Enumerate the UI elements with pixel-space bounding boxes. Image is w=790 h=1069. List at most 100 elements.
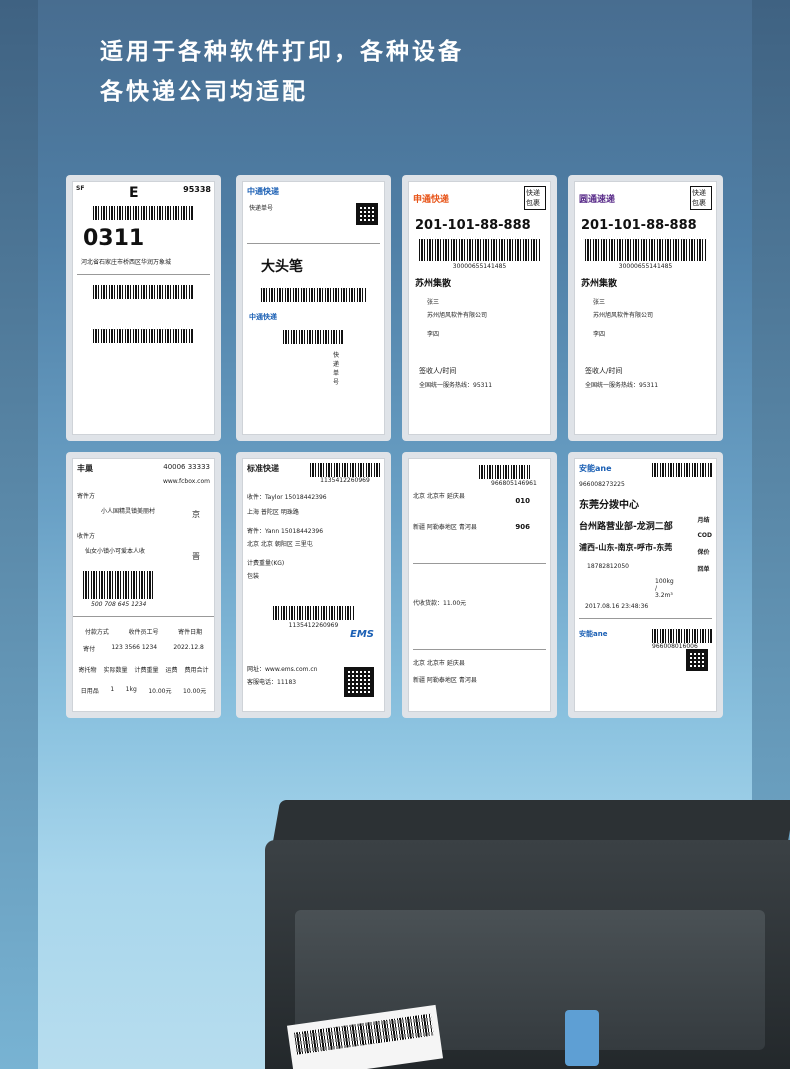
fengchao-footer-val-3: 2022.12.8 xyxy=(173,644,204,651)
ane-tag-receipt: 回单 xyxy=(697,566,710,573)
yto-sign: 签收人/时间 xyxy=(585,367,623,375)
sto-receiver: 张三 xyxy=(427,299,440,306)
fengchao-receiver-title: 收件方 xyxy=(77,533,96,540)
fengchao-footer2-2: 实际数量 xyxy=(103,667,128,674)
fengchao-footer-val-1: 寄付 xyxy=(83,646,96,653)
ems-receiver-addr: 北京 北京 朝阳区 三里屯 xyxy=(247,541,313,548)
zto-tracking-label: 快递单号 xyxy=(249,205,274,212)
ems-label: 标准快递 1135412260969 收件：Taylor 15018442396… xyxy=(242,458,385,712)
ane-number: 966008273225 xyxy=(579,481,625,488)
product-page: 适用于各种软件打印，各种设备 各快递公司均适配 SF E 95338 0311 … xyxy=(0,0,790,1069)
yto-receiver: 张三 xyxy=(593,299,606,306)
fengchao-brand: 丰巢 xyxy=(77,464,93,473)
fengchao-footer2-val-1: 日用品 xyxy=(80,688,99,695)
generic-sender-2: 北京 北京市 延庆县 xyxy=(413,660,465,667)
ane-date: 2017.08.16 23:48:36 xyxy=(585,603,649,610)
left-panel xyxy=(0,0,38,1069)
fengchao-footer2-1: 寄托物 xyxy=(78,667,97,674)
ems-qr-code xyxy=(344,667,374,697)
generic-receiver-2: 新疆 阿勒泰地区 青河县 xyxy=(413,677,477,684)
label-card-sto: 申通快递 快递包裹 201-101-88-888 30000655141485 … xyxy=(402,175,557,441)
yto-badge: 快递包裹 xyxy=(690,186,712,210)
generic-insured: 代收货款：11.00元 xyxy=(413,600,467,607)
ane-phone: 18782812050 xyxy=(587,563,629,570)
ems-package: 包装 xyxy=(247,573,260,580)
sto-big-code: 201-101-88-888 xyxy=(415,218,531,233)
fengchao-footer-1: 付款方式 xyxy=(84,629,109,636)
sf-code: 0311 xyxy=(83,226,145,251)
sto-brand: 申通快递 xyxy=(413,194,450,205)
yto-region: 苏州集散 xyxy=(581,279,618,289)
ane-tag-monthly: 月结 xyxy=(697,517,710,524)
generic-number: 966805146961 xyxy=(491,480,537,487)
headline-line-1: 适用于各种软件打印，各种设备 xyxy=(100,39,464,65)
generic-code1: 010 xyxy=(515,497,530,505)
sf-barcode xyxy=(93,206,194,220)
zto-tracking-label-2: 快递单号 xyxy=(333,352,340,386)
fengchao-footer2-val-4: 10.00元 xyxy=(148,688,172,695)
fengchao-footer-val-2: 123 3566 1234 xyxy=(111,644,158,651)
ems-number: 1135412260969 xyxy=(320,477,370,484)
label-card-zto: 中通快递 快递单号 大头笔 中通快递 快递单号 xyxy=(236,175,391,441)
sf-hotline: 95338 xyxy=(183,185,211,194)
label-card-fengchao: 丰巢 40006 33333 www.fcbox.com 寄件方 小人国精灵镇美… xyxy=(66,452,221,718)
sf-label: SF E 95338 0311 河北省石家庄市桥西区华润万象城 xyxy=(72,181,215,435)
fengchao-footer2-val-3: 1kg xyxy=(125,686,137,693)
sto-region: 苏州集散 xyxy=(415,279,452,289)
ane-brand-cn-2: 安能 xyxy=(579,630,593,638)
fengchao-barcode xyxy=(83,571,154,599)
ane-brand-en: ane xyxy=(595,464,612,473)
zto-product: 大头笔 xyxy=(261,259,303,275)
label-card-sf: SF E 95338 0311 河北省石家庄市桥西区华润万象城 xyxy=(66,175,221,441)
fengchao-label: 丰巢 40006 33333 www.fcbox.com 寄件方 小人国精灵镇美… xyxy=(72,458,215,712)
generic-code2: 906 xyxy=(515,523,530,531)
zto-brand-2: 中通快递 xyxy=(249,313,277,321)
sf-address: 河北省石家庄市桥西区华润万象城 xyxy=(81,259,172,266)
zto-label: 中通快递 快递单号 大头笔 中通快递 快递单号 xyxy=(242,181,385,435)
sto-sign: 签收人/时间 xyxy=(419,367,457,375)
label-card-generic: 966805146961 北京 北京市 延庆县 010 新疆 阿勒泰地区 青河县… xyxy=(402,452,557,718)
label-card-yto: 圆通速递 快递包裹 201-101-88-888 30000655141485 … xyxy=(568,175,723,441)
sto-label: 申通快递 快递包裹 201-101-88-888 30000655141485 … xyxy=(408,181,551,435)
ems-receiver: 寄件：Yann 15018442396 xyxy=(247,528,324,535)
yto-label: 圆通速递 快递包裹 201-101-88-888 30000655141485 … xyxy=(574,181,717,435)
fengchao-phone: 40006 33333 xyxy=(163,463,210,471)
label-card-ems: 标准快递 1135412260969 收件：Taylor 15018442396… xyxy=(236,452,391,718)
zto-barcode-2 xyxy=(283,330,344,344)
fengchao-footer2-4: 运费 xyxy=(165,667,178,674)
ane-qr-code xyxy=(686,649,708,671)
ane-tag-insured: 保价 xyxy=(697,549,710,556)
sf-letter: E xyxy=(129,185,139,201)
yto-company: 苏州旭风软件有限公司 xyxy=(593,312,654,319)
sto-barcode xyxy=(419,239,540,261)
ane-label: 安能ane 966008273225 东莞分拨中心 台州路营业部-龙洞二部 浦西… xyxy=(574,458,717,712)
sf-barcode-2 xyxy=(93,285,194,299)
ane-barcode xyxy=(652,463,712,477)
sto-hotline: 全国统一服务热线：95311 xyxy=(419,382,493,389)
sto-badge: 快递包裹 xyxy=(524,186,546,210)
yto-number: 30000655141485 xyxy=(618,263,673,270)
zto-qr-code xyxy=(356,203,378,225)
fengchao-web: www.fcbox.com xyxy=(162,478,210,485)
sf-barcode-3 xyxy=(93,329,194,343)
label-card-ane: 安能ane 966008273225 东莞分拨中心 台州路营业部-龙洞二部 浦西… xyxy=(568,452,723,718)
headline-line-2: 各快递公司均适配 xyxy=(100,79,308,105)
ems-brand: EMS xyxy=(350,629,374,640)
ems-barcode xyxy=(310,463,380,477)
yto-sender: 李四 xyxy=(593,331,606,338)
ems-title: 标准快递 xyxy=(247,464,279,473)
fengchao-footer2-5: 费用合计 xyxy=(184,667,209,674)
generic-label: 966805146961 北京 北京市 延庆县 010 新疆 阿勒泰地区 青河县… xyxy=(408,458,551,712)
ems-sender-addr: 上海 普陀区 明珠路 xyxy=(247,509,299,516)
fengchao-number: 500 708 645 1234 xyxy=(91,601,147,608)
fengchao-sender-title: 寄件方 xyxy=(77,493,96,500)
yto-hotline: 全国统一服务热线：95311 xyxy=(585,382,659,389)
ems-number-2: 1135412260969 xyxy=(288,622,339,629)
ems-barcode-2 xyxy=(273,606,354,620)
yto-barcode xyxy=(585,239,706,261)
ane-center: 东莞分拨中心 xyxy=(579,500,639,511)
fengchao-footer2-3: 计费重量 xyxy=(134,667,159,674)
printer-feed-button[interactable] xyxy=(565,1010,599,1066)
ane-brand-cn: 安能 xyxy=(579,464,595,473)
fengchao-origin: 京 xyxy=(192,510,200,519)
